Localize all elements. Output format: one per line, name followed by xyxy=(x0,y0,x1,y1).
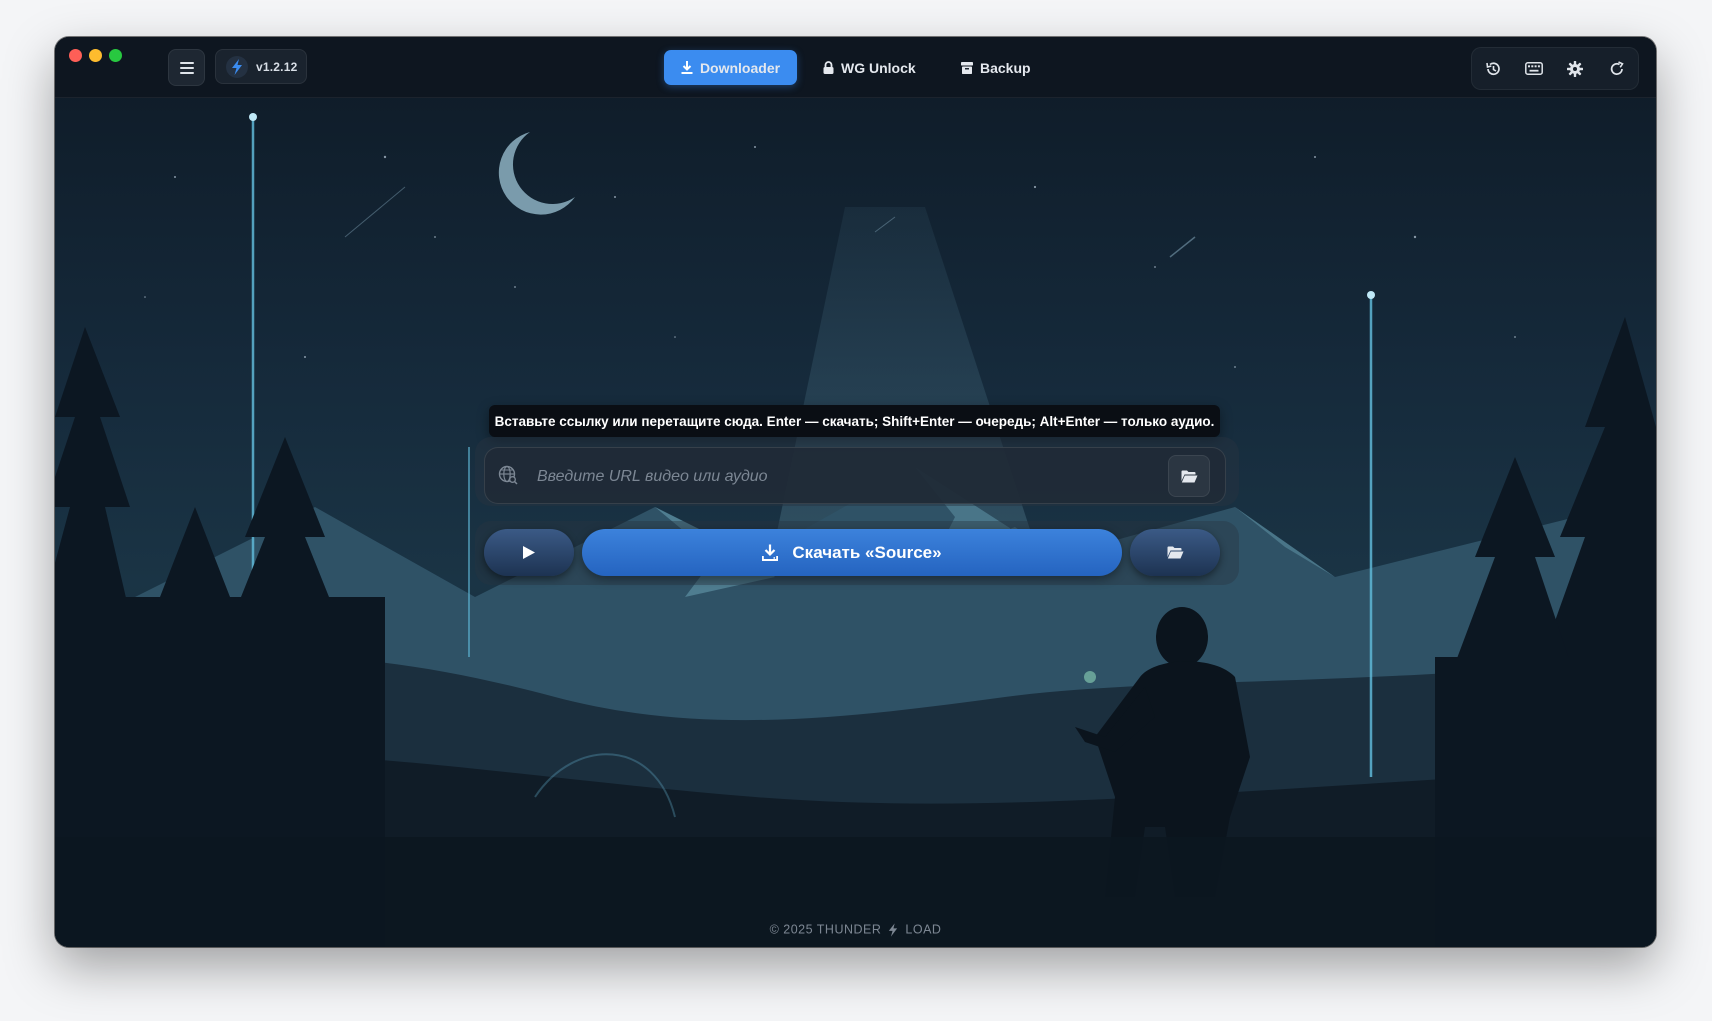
version-badge[interactable]: v1.2.12 xyxy=(215,49,307,84)
tab-downloader[interactable]: Downloader xyxy=(664,50,797,85)
open-folder-button[interactable] xyxy=(1130,529,1220,576)
keyboard-icon xyxy=(1524,62,1543,75)
input-hint-tooltip: Вставьте ссылку или перетащите сюда. Ent… xyxy=(489,405,1220,437)
history-icon xyxy=(1485,61,1500,75)
globe-icon xyxy=(498,465,518,485)
download-icon xyxy=(762,544,779,561)
play-icon xyxy=(523,546,535,559)
play-button[interactable] xyxy=(484,529,574,576)
footer-brand: LOAD xyxy=(905,922,942,937)
keyboard-shortcuts-button[interactable] xyxy=(1513,48,1554,89)
url-input-container xyxy=(484,447,1226,504)
tab-backup-label: Backup xyxy=(980,59,1031,76)
close-window-button[interactable] xyxy=(69,49,82,62)
footer: © 2025 THUNDER LOAD xyxy=(55,922,1656,937)
tab-downloader-label: Downloader xyxy=(699,59,781,76)
version-label: v1.2.12 xyxy=(256,59,298,74)
settings-button[interactable] xyxy=(1554,48,1595,89)
app-window: v1.2.12 Downloader WG Unlock Backup Вста… xyxy=(55,37,1656,947)
refresh-icon xyxy=(1610,60,1624,75)
gear-icon xyxy=(1566,60,1583,77)
download-button[interactable]: Скачать «Source» xyxy=(582,529,1122,576)
download-icon xyxy=(681,61,693,74)
url-input[interactable] xyxy=(535,461,1159,493)
footer-copyright: © 2025 THUNDER xyxy=(769,922,882,937)
lock-icon xyxy=(823,61,834,74)
archive-icon xyxy=(961,61,973,74)
minimize-window-button[interactable] xyxy=(89,49,102,62)
lightning-icon xyxy=(889,923,898,937)
history-button[interactable] xyxy=(1472,48,1513,89)
toolbar-actions xyxy=(1471,47,1639,90)
tab-wg-unlock[interactable]: WG Unlock xyxy=(823,50,916,85)
tab-wg-unlock-label: WG Unlock xyxy=(841,59,916,76)
lightning-icon xyxy=(226,55,248,78)
download-button-label: Скачать «Source» xyxy=(792,542,942,562)
hamburger-icon xyxy=(179,61,194,74)
folder-open-icon xyxy=(1181,470,1197,482)
menu-button[interactable] xyxy=(168,49,205,86)
folder-open-icon xyxy=(1167,546,1183,559)
tooltip-text: Вставьте ссылку или перетащите сюда. Ent… xyxy=(494,413,1215,429)
maximize-window-button[interactable] xyxy=(109,49,122,62)
title-bar: v1.2.12 Downloader WG Unlock Backup xyxy=(55,37,1656,98)
tab-backup[interactable]: Backup xyxy=(961,50,1031,85)
open-file-button[interactable] xyxy=(1168,455,1210,497)
refresh-button[interactable] xyxy=(1596,48,1637,89)
